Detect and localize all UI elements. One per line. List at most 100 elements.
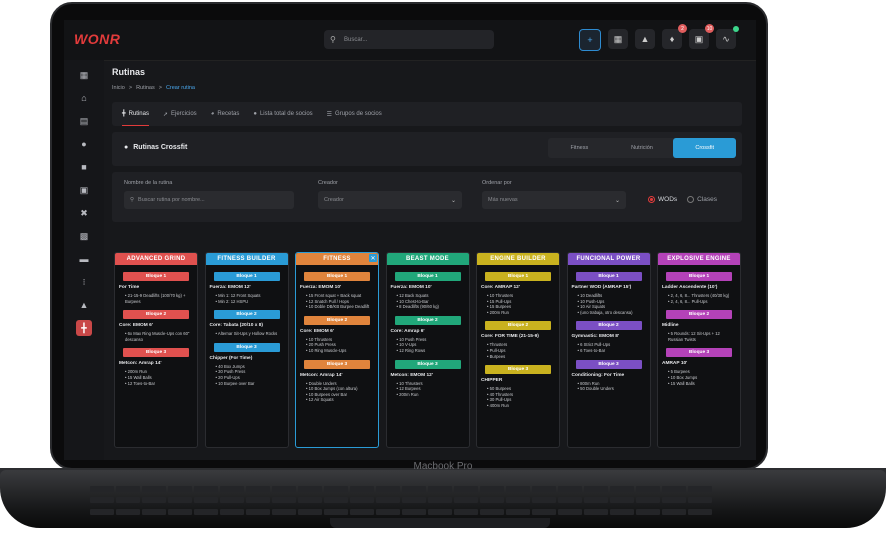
sidebar-item-routines[interactable]: ╋ xyxy=(76,320,92,336)
routine-card-title: Engine Builder xyxy=(477,253,559,265)
tab-bar: ╋ Rutinas ➚ Ejercicios ◕ Recetas ● Lista tot… xyxy=(112,102,742,126)
block-label: Bloque 3 xyxy=(304,359,370,369)
block-label: Bloque 1 xyxy=(666,272,732,281)
keyboard-key xyxy=(454,497,478,504)
keyboard-key xyxy=(636,508,660,515)
academy-button[interactable]: ▲ xyxy=(635,29,655,49)
keyboard-key xyxy=(116,486,140,492)
keyboard-key xyxy=(480,497,504,504)
block-section-title: Core: FOR TIME (21-15-9) xyxy=(481,334,539,340)
sidebar-item-gallery[interactable]: ▩ xyxy=(76,228,92,244)
graduation-cap-icon: ▲ xyxy=(640,34,650,44)
routine-card[interactable]: Explosive Engine Bloque 1 Ladder Ascendent… xyxy=(657,252,741,448)
tab-recipes[interactable]: ◕ Recetas xyxy=(211,102,240,126)
notifications-badge: 2 xyxy=(678,24,687,33)
routine-card[interactable]: Fitness BuilderBloque 1Fuerza: EMOM 12'M… xyxy=(204,252,289,448)
block-section-title: Core: EMOM 6' xyxy=(300,328,334,334)
keyboard-key xyxy=(142,497,166,504)
sidebar-item-dashboard[interactable]: ▦ xyxy=(76,67,92,83)
block-label: Bloque 1 xyxy=(575,272,642,281)
app-screen: WONR ⚲ Buscar... + ▦ ▲ ♦ 2 ▣ 10 ∿ ▦ ⌂ ▤ ● … xyxy=(64,20,756,460)
keyboard-key xyxy=(350,508,374,515)
bowl-icon: ◕ xyxy=(210,111,215,117)
notifications-button[interactable]: ♦ 2 xyxy=(662,24,687,49)
sidebar-item-academy[interactable]: ▲ xyxy=(76,297,92,313)
segment-nutrition[interactable]: Nutrición xyxy=(611,138,674,158)
tab-member-groups[interactable]: ☰ Grupos de socios xyxy=(327,102,382,126)
block-label: Bloque 3 xyxy=(666,348,732,358)
block-section-title: Metcon: Amrap 14' xyxy=(119,361,162,367)
sidebar-item-calendar[interactable]: ▤ xyxy=(76,113,92,129)
timeline-icon: ⁝ xyxy=(82,276,86,287)
keyboard-key xyxy=(688,497,712,504)
routine-card[interactable]: Funcional Power Bloque 1 Partner WOD (AMRA… xyxy=(566,252,651,448)
block-section-title: Midline xyxy=(662,323,679,329)
creator-select[interactable]: Creador ⌄ xyxy=(318,191,462,209)
keyboard-key xyxy=(246,497,270,504)
segment-fitness[interactable]: Fitness xyxy=(548,138,611,158)
breadcrumb: Inicio > Rutinas > Crear rutina xyxy=(112,85,195,91)
keyboard-key xyxy=(610,486,634,492)
block-section-title: CHIPPER xyxy=(481,378,503,384)
sidebar-item-home[interactable]: ⌂ xyxy=(76,90,92,106)
sidebar-item-schedule[interactable]: ⁝ xyxy=(76,274,92,290)
block-section-title: Fuerza: EMOM 10' xyxy=(390,285,432,290)
routine-card-title: Beast Mode xyxy=(386,253,469,265)
running-icon: ➚ xyxy=(162,111,168,118)
keyboard-key xyxy=(688,508,712,515)
chevron-down-icon: ⌄ xyxy=(450,197,456,204)
keyboard-key xyxy=(506,497,530,504)
keyboard-key xyxy=(220,497,244,504)
search-input[interactable]: ⚲ Buscar... xyxy=(324,30,494,49)
breadcrumb-home[interactable]: Inicio xyxy=(112,85,125,91)
block-section-title: Core: EMOM 6' xyxy=(119,323,153,329)
routine-name-search-input[interactable]: ⚲ Buscar rutina por nombre... xyxy=(124,191,294,209)
sidebar-item-payments[interactable]: ▬ xyxy=(76,251,92,267)
keyboard-key xyxy=(298,497,322,504)
block-section-title: AMRAP 10' xyxy=(662,361,688,367)
calendar-button[interactable]: ▦ xyxy=(608,29,628,49)
id-card-icon: ▣ xyxy=(694,33,704,44)
section-title: Rutinas Crossfit xyxy=(133,144,188,151)
keyboard-key xyxy=(558,497,582,504)
routines-header-panel: ● Rutinas Crossfit Fitness Nutrición Cros… xyxy=(112,132,742,166)
tab-routines[interactable]: ╋ Rutinas xyxy=(122,102,149,126)
tab-exercises[interactable]: ➚ Ejercicios xyxy=(163,102,197,126)
radio-clases[interactable]: Clases xyxy=(687,196,717,203)
routine-card[interactable]: Engine BuilderBloque 1Core: AMRAP 12'10 … xyxy=(476,252,560,448)
name-filter-label: Nombre de la rutina xyxy=(124,180,173,186)
keyboard-key xyxy=(324,497,348,504)
page-title: Rutinas xyxy=(112,67,146,77)
activity-button[interactable]: ∿ xyxy=(716,26,739,49)
sidebar-item-members[interactable]: ● xyxy=(76,136,92,152)
keyboard-key xyxy=(324,486,348,492)
routine-card[interactable]: Beast ModeBloque 1Fuerza: EMOM 10'12 Bac… xyxy=(385,252,470,448)
close-icon[interactable]: ✕ xyxy=(369,254,377,262)
sidebar-item-classes[interactable]: ▣ xyxy=(76,182,92,198)
radio-wods[interactable]: WODs xyxy=(648,196,677,203)
segment-crossfit[interactable]: Crossfit xyxy=(673,138,737,158)
users-icon: ● xyxy=(81,139,87,149)
sidebar-item-tools[interactable]: ✖ xyxy=(76,205,92,221)
layers-icon: ☰ xyxy=(326,111,333,118)
app-logo[interactable]: WONR xyxy=(74,31,120,47)
keyboard-key xyxy=(116,497,140,504)
calendar-icon: ▦ xyxy=(613,33,623,44)
add-user-button[interactable]: + xyxy=(579,29,601,51)
order-select[interactable]: Más nuevas ⌄ xyxy=(482,191,626,209)
keyboard-key xyxy=(480,486,504,492)
tab-members-list[interactable]: ● Lista total de socios xyxy=(253,102,312,126)
block-section-title: For Time xyxy=(119,285,140,290)
block-label: Bloque 2 xyxy=(666,310,732,320)
grid-icon: ▦ xyxy=(79,69,89,80)
keyboard-key xyxy=(90,508,114,515)
image-icon: ▩ xyxy=(79,230,89,241)
exercise-item: Alternar Sit-Ups y Hollow Rocks xyxy=(210,331,284,337)
routine-card[interactable]: Advanced Grind Bloque 1 For Time 21-15-9 De… xyxy=(114,252,198,448)
routine-card[interactable]: Fitness✕Bloque 1Fuerza: EMOM 10'15 Front… xyxy=(295,252,379,448)
messages-button[interactable]: ▣ 10 xyxy=(689,24,714,49)
sidebar-item-gym[interactable]: ■ xyxy=(76,159,92,175)
keyboard-key xyxy=(194,497,218,504)
keyboard-key xyxy=(350,497,374,504)
breadcrumb-routines[interactable]: Rutinas xyxy=(136,85,155,91)
